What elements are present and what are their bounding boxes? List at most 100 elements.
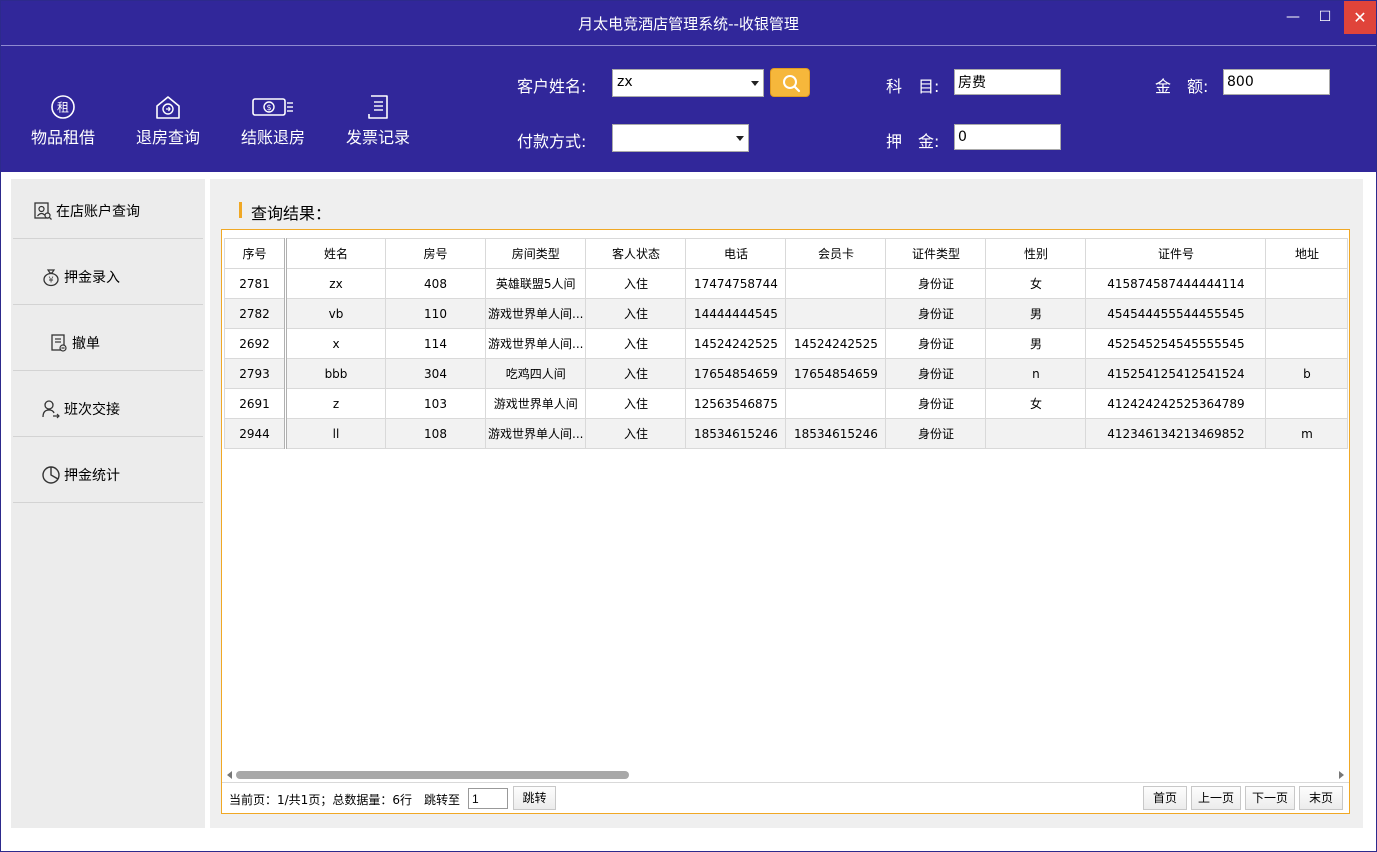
receipt-icon [368, 95, 388, 119]
table-cell: 454544455544455545 [1085, 298, 1267, 329]
scrollbar-thumb[interactable] [236, 771, 629, 779]
scroll-left-icon[interactable] [227, 771, 232, 779]
sidebar-item-cancel-order[interactable]: 撤单 [13, 313, 203, 371]
results-title-text: 查询结果： [251, 204, 332, 223]
nav-rent-label: 物品租借 [30, 128, 95, 147]
column-header[interactable]: 会员卡 [785, 238, 887, 269]
customer-name-value: zx [617, 74, 633, 90]
table-cell [1265, 298, 1349, 329]
rent-icon: 租 [51, 95, 75, 119]
shift-handover-icon [42, 400, 60, 419]
table-cell: 2781 [224, 268, 287, 299]
table-cell: 17474758744 [685, 268, 787, 299]
house-return-icon [156, 96, 180, 119]
customer-name-select[interactable]: zx [612, 69, 764, 97]
table-cell [1265, 268, 1349, 299]
table-cell: 身份证 [885, 418, 987, 449]
nav-invoice-records-button[interactable]: 发票记录 [333, 94, 423, 148]
table-cell: 452545254545555545 [1085, 328, 1267, 359]
amount-input[interactable] [1223, 69, 1330, 95]
nav-invoice-records-label: 发票记录 [345, 128, 410, 147]
sidebar-item-deposit-stats[interactable]: 押金统计 [13, 445, 203, 503]
table-cell [785, 388, 887, 419]
table-cell: 游戏世界单人间... [484, 418, 587, 449]
table-cell: 14524242525 [685, 328, 787, 359]
results-table[interactable]: 序号 姓名 房号 房间类型 客人状态 电话 会员卡 证件类型 性别 证件号 地址 2781 zx 408… [224, 238, 1349, 449]
table-row[interactable]: 2691 z 103 游戏世界单人间 入住 12563546875 身份证女 41242424… [224, 388, 1349, 419]
table-cell: 入住 [585, 418, 687, 449]
column-header[interactable]: 房号 [385, 238, 486, 269]
title-bar[interactable]: 月太电竞酒店管理系统--收银管理 — ☐ ✕ [1, 1, 1376, 45]
search-button[interactable] [770, 68, 810, 97]
nav-settle-checkout-button[interactable]: $ 结账退房 [228, 94, 318, 148]
maximize-button[interactable]: ☐ [1309, 1, 1341, 34]
subject-label: 科 目: [886, 77, 940, 96]
jump-button[interactable]: 跳转 [513, 786, 556, 810]
table-cell: b [1265, 358, 1349, 389]
close-button[interactable]: ✕ [1344, 1, 1376, 34]
table-row[interactable]: 2944 ll 108 游戏世界单人间... 入住 18534615246 18534615… [224, 418, 1349, 449]
jump-label: 跳转至 [424, 793, 461, 807]
toolbar-header: 租 物品租借 退房查询 $ 结账退房 发票记录 客户姓名: zx 付款方式: 科… [1, 46, 1376, 172]
table-cell: 415874587444444114 [1085, 268, 1267, 299]
scroll-right-icon[interactable] [1339, 771, 1344, 779]
sidebar-item-deposit-entry[interactable]: ¥ 押金录入 [13, 247, 203, 305]
sidebar-item-shift-handover[interactable]: 班次交接 [13, 379, 203, 437]
table-cell: 408 [385, 268, 486, 299]
minimize-button[interactable]: — [1277, 1, 1309, 34]
last-page-button[interactable]: 末页 [1299, 786, 1343, 810]
table-cell: 吃鸡四人间 [484, 358, 587, 389]
column-header[interactable]: 序号 [224, 238, 287, 269]
money-bag-icon: ¥ [43, 269, 59, 287]
nav-checkout-query-label: 退房查询 [135, 128, 200, 147]
table-cell: 入住 [585, 388, 687, 419]
column-header[interactable]: 证件号 [1085, 238, 1267, 269]
pagination-bar: 当前页：1/共1页；总数据量：6行 跳转至 跳转 首页 上一页 下一页 末页 [222, 782, 1349, 813]
column-header[interactable]: 房间类型 [484, 238, 587, 269]
table-cell: z [285, 388, 386, 419]
payment-method-select[interactable] [612, 124, 749, 152]
amount-label: 金 额: [1155, 77, 1209, 96]
table-cell: ll [285, 418, 386, 449]
table-cell: 2793 [224, 358, 287, 389]
table-row[interactable]: 2692 x 114 游戏世界单人间... 入住 14524242525 145242425… [224, 328, 1349, 359]
table-cell: 14444444545 [685, 298, 787, 329]
deposit-input[interactable] [954, 124, 1061, 150]
next-page-button[interactable]: 下一页 [1245, 786, 1295, 810]
page-info: 当前页：1/共1页；总数据量：6行 [229, 793, 412, 807]
column-header[interactable]: 姓名 [285, 238, 386, 269]
svg-text:¥: ¥ [48, 276, 53, 285]
table-header-row: 序号 姓名 房号 房间类型 客人状态 电话 会员卡 证件类型 性别 证件号 地址 [224, 238, 1349, 269]
column-header[interactable]: 电话 [685, 238, 787, 269]
table-cell: 14524242525 [785, 328, 887, 359]
table-row[interactable]: 2782 vb 110 游戏世界单人间... 入住 14444444545 身份证男 4545… [224, 298, 1349, 329]
nav-checkout-query-button[interactable]: 退房查询 [123, 94, 213, 148]
customer-name-label: 客户姓名: [517, 77, 587, 96]
table-cell: 412424242525364789 [1085, 388, 1267, 419]
table-cell: bbb [285, 358, 386, 389]
table-cell: 2692 [224, 328, 287, 359]
app-window: 月太电竞酒店管理系统--收银管理 — ☐ ✕ 租 物品租借 退房查询 $ 结账退… [0, 0, 1377, 852]
subject-input[interactable] [954, 69, 1061, 95]
prev-page-button[interactable]: 上一页 [1191, 786, 1241, 810]
horizontal-scrollbar[interactable] [224, 768, 1347, 782]
svg-text:$: $ [266, 103, 271, 112]
column-header[interactable]: 客人状态 [585, 238, 687, 269]
sidebar-item-label: 班次交接 [64, 402, 120, 418]
column-header[interactable]: 性别 [985, 238, 1087, 269]
table-cell: 12563546875 [685, 388, 787, 419]
table-row[interactable]: 2793 bbb 304 吃鸡四人间 入住 17654854659 17654854659 身… [224, 358, 1349, 389]
table-row[interactable]: 2781 zx 408 英雄联盟5人间 入住 17474758744 身份证女 4158745… [224, 268, 1349, 299]
table-cell: 入住 [585, 298, 687, 329]
sidebar-item-account-query[interactable]: 在店账户查询 [13, 181, 203, 239]
window-title: 月太电竞酒店管理系统--收银管理 [578, 15, 799, 33]
table-cell [1265, 388, 1349, 419]
table-cell: 304 [385, 358, 486, 389]
nav-settle-checkout-label: 结账退房 [240, 128, 305, 147]
nav-rent-button[interactable]: 租 物品租借 [18, 94, 108, 148]
jump-page-input[interactable] [468, 788, 508, 809]
column-header[interactable]: 证件类型 [885, 238, 987, 269]
table-cell: 身份证 [885, 268, 987, 299]
column-header[interactable]: 地址 [1265, 238, 1349, 269]
first-page-button[interactable]: 首页 [1143, 786, 1187, 810]
